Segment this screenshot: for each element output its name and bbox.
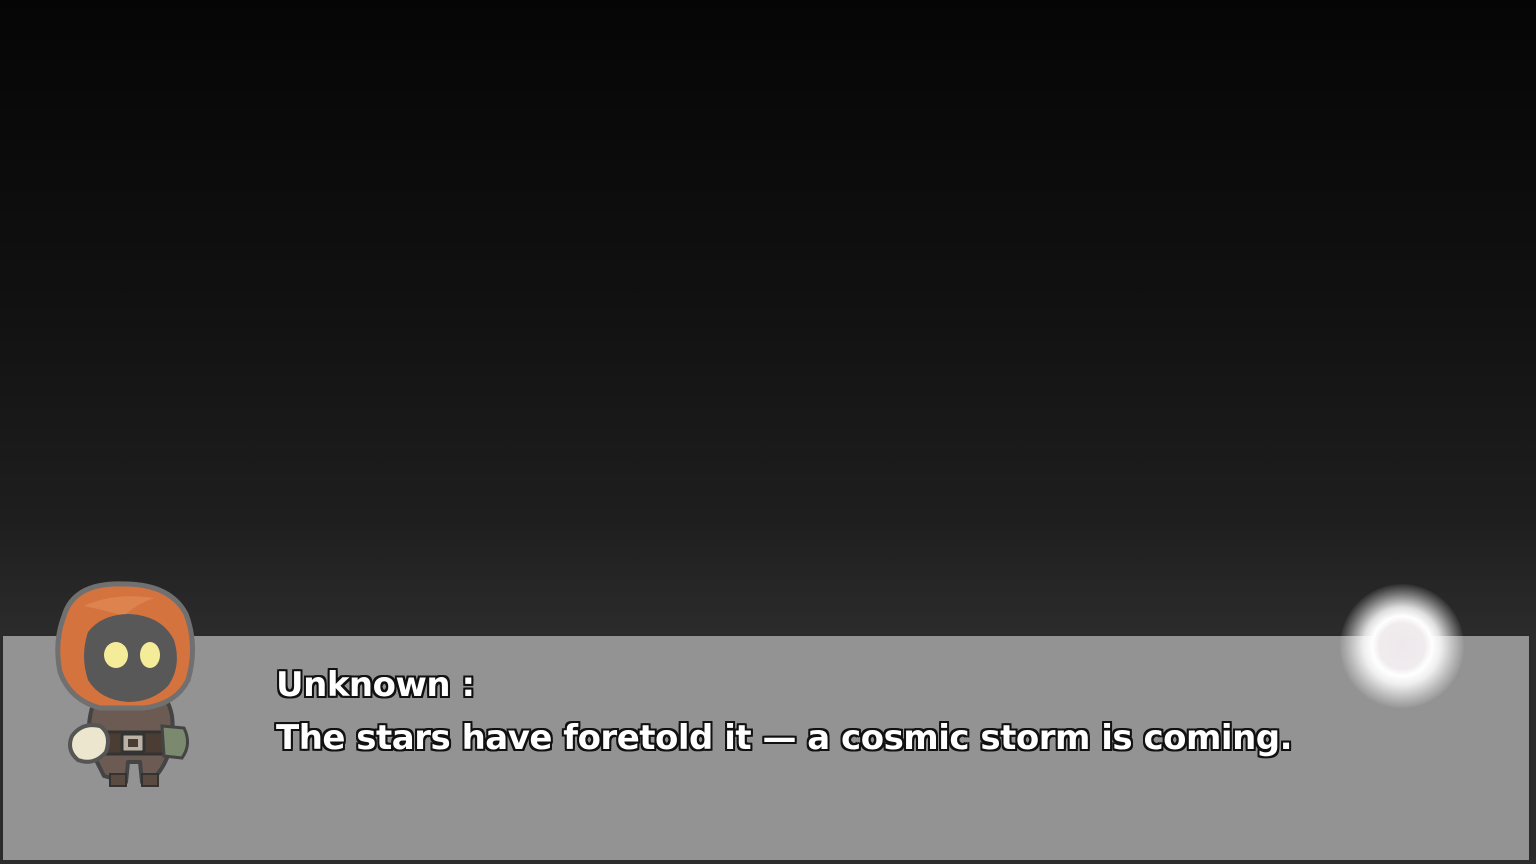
game-scene: Unknown : The stars have foretold it — a…	[0, 0, 1536, 864]
dialogue-text: Unknown : The stars have foretold it — a…	[276, 660, 1456, 766]
character-portrait	[55, 581, 196, 787]
advance-indicator-icon[interactable]	[1340, 584, 1464, 708]
dialogue-line: The stars have foretold it — a cosmic st…	[276, 718, 1293, 758]
speaker-name: Unknown :	[276, 665, 475, 705]
